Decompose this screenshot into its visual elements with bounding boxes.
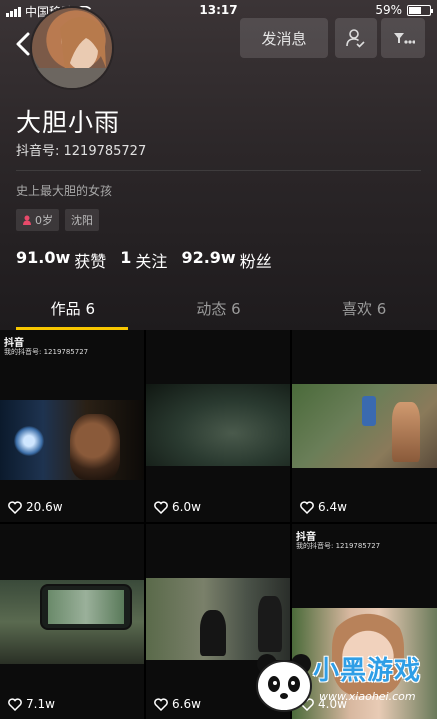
nickname: 大胆小雨 (16, 108, 121, 137)
followed-button[interactable] (335, 18, 377, 58)
profile-tabs: 作品 6 动态 6 喜欢 6 (0, 286, 437, 330)
video-likes: 7.1w (8, 697, 55, 711)
video-likes-count: 6.4w (318, 500, 347, 514)
stat-followers[interactable]: 92.9w 粉丝 (181, 248, 271, 272)
avatar-image (32, 17, 112, 88)
tag-age: 0岁 (16, 209, 59, 231)
tag-location-label: 沈阳 (71, 214, 93, 227)
battery-icon (407, 4, 433, 16)
video-thumbnail[interactable]: 抖音 我的抖音号: 1219785727 20.6w (0, 330, 144, 522)
stat-following[interactable]: 1 关注 (120, 248, 167, 272)
avatar[interactable] (30, 6, 114, 90)
filter-more-icon (394, 33, 415, 44)
stat-followers-count: 92.9w (181, 248, 236, 267)
profile-tags: 0岁 沈阳 (16, 209, 99, 231)
video-thumbnail[interactable]: 6.0w (146, 330, 290, 522)
bio-text: 史上最大胆的女孩 (16, 184, 113, 198)
heart-icon (8, 697, 22, 711)
stat-likes: 91.0w 获赞 (16, 248, 106, 272)
video-likes-count: 6.0w (172, 500, 201, 514)
tag-location: 沈阳 (65, 209, 99, 231)
stat-following-count: 1 (120, 248, 132, 267)
video-likes-count: 20.6w (26, 500, 63, 514)
gender-female-icon (23, 215, 31, 225)
site-watermark-url: www.xiaohei.com (319, 690, 416, 703)
send-message-button[interactable]: 发消息 (240, 18, 328, 58)
more-options-button[interactable] (381, 18, 425, 58)
video-likes: 6.4w (300, 500, 347, 514)
stat-likes-count: 91.0w (16, 248, 71, 267)
video-likes: 6.0w (154, 500, 201, 514)
video-thumbnail[interactable]: 7.1w (0, 524, 144, 719)
watermark-id: 我的抖音号: 1219785727 (4, 348, 89, 356)
tab-moments[interactable]: 动态 6 (146, 286, 292, 330)
stat-following-label: 关注 (135, 252, 168, 271)
heart-icon (300, 500, 314, 514)
stat-followers-label: 粉丝 (239, 252, 272, 271)
profile-stats: 91.0w 获赞 1 关注 92.9w 粉丝 (16, 248, 272, 272)
heart-icon (154, 500, 168, 514)
tab-liked[interactable]: 喜欢 6 (291, 286, 437, 330)
video-thumbnail[interactable]: 6.4w (292, 330, 437, 522)
stat-likes-label: 获赞 (74, 252, 107, 271)
heart-icon (8, 500, 22, 514)
back-arrow-icon[interactable] (12, 30, 36, 58)
watermark-id: 我的抖音号: 1219785727 (296, 542, 381, 550)
tab-works[interactable]: 作品 6 (0, 286, 146, 330)
site-watermark: 小黑游戏 www.xiaohei.com (253, 648, 435, 716)
video-likes: 20.6w (8, 500, 63, 514)
tag-age-label: 0岁 (35, 214, 53, 227)
video-likes-count: 6.6w (172, 697, 201, 711)
profile-divider (16, 170, 421, 171)
douyin-id[interactable]: 抖音号: 1219785727 (16, 140, 146, 159)
video-likes-count: 7.1w (26, 697, 55, 711)
user-check-icon (346, 29, 365, 48)
battery-percent: 59% (375, 3, 402, 17)
heart-icon (154, 697, 168, 711)
video-likes: 6.6w (154, 697, 201, 711)
site-watermark-text: 小黑游戏 (313, 656, 422, 686)
panda-logo-icon (256, 654, 312, 712)
